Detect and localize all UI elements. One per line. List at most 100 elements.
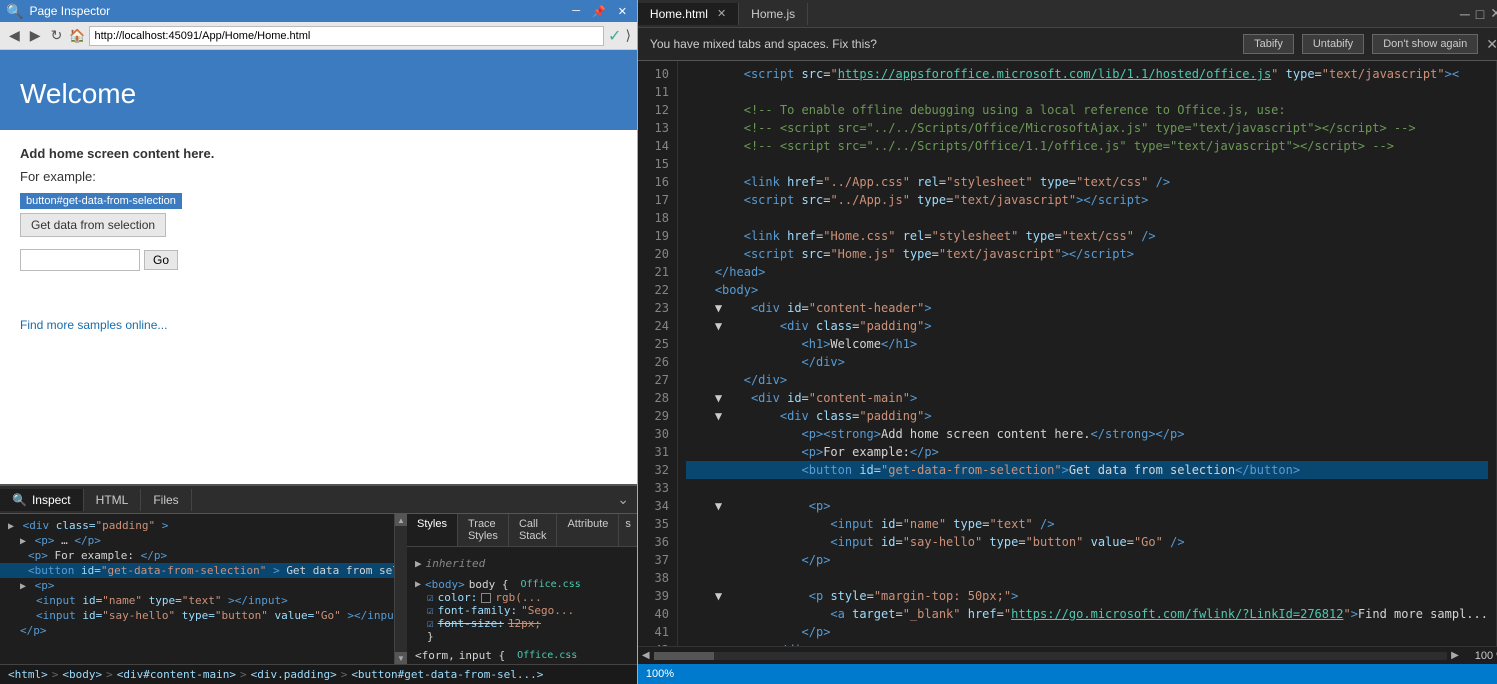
scroll-left-btn[interactable]: ◀ <box>642 650 650 661</box>
tree-line[interactable]: ▶ <p> <box>0 578 394 593</box>
fold-icon[interactable]: ▶ <box>20 581 26 592</box>
go-button[interactable]: Go <box>144 250 178 270</box>
tree-line[interactable]: ▶ <div class="padding" > <box>0 518 394 533</box>
code-line[interactable]: <!-- <script src="../../Scripts/Office/1… <box>686 137 1488 155</box>
code-line[interactable]: <a target="_blank" href="https://go.micr… <box>686 605 1488 623</box>
code-line[interactable]: </div> <box>686 641 1488 646</box>
close-panel-button[interactable]: ✕ <box>614 5 631 18</box>
breadcrumb-button[interactable]: <button#get-data-from-sel...> <box>351 668 543 681</box>
notification-close-button[interactable]: ✕ <box>1486 36 1497 53</box>
body-source[interactable]: Office.css <box>521 579 581 590</box>
editor-close-button[interactable]: ✕ <box>1490 5 1497 22</box>
attributes-tab[interactable]: Attribute <box>557 514 619 546</box>
code-line[interactable]: </p> <box>686 623 1488 641</box>
color-swatch <box>481 593 491 603</box>
url-input[interactable] <box>89 26 604 46</box>
editor-status-zoom: 100% <box>646 668 674 680</box>
styles-tab[interactable]: Styles <box>407 514 458 546</box>
code-line[interactable] <box>686 155 1488 173</box>
code-line[interactable] <box>686 209 1488 227</box>
code-line[interactable]: <p><strong>Add home screen content here.… <box>686 425 1488 443</box>
expand-inherited-icon[interactable]: ▶ <box>415 557 422 570</box>
breadcrumb-body[interactable]: <body> <box>62 668 102 681</box>
pin-button[interactable]: ─ <box>568 5 584 18</box>
code-line[interactable]: </div> <box>686 353 1488 371</box>
trace-styles-tab[interactable]: Trace Styles <box>458 514 509 546</box>
code-line[interactable]: <link href="Home.css" rel="stylesheet" t… <box>686 227 1488 245</box>
home-js-tab[interactable]: Home.js <box>739 3 808 25</box>
reload-button[interactable]: ↻ <box>48 27 66 44</box>
call-stack-tab[interactable]: Call Stack <box>509 514 558 546</box>
tree-line[interactable]: <input id="say-hello" type="button" valu… <box>0 608 394 623</box>
code-line[interactable]: <link href="../App.css" rel="stylesheet"… <box>686 173 1488 191</box>
line-number: 17 <box>638 191 669 209</box>
code-line[interactable]: ▼ <div id="content-header"> <box>686 299 1488 317</box>
scroll-down-btn[interactable]: ▼ <box>395 652 407 664</box>
fold-icon[interactable]: ▶ <box>20 536 26 547</box>
code-line[interactable]: <input id="say-hello" type="button" valu… <box>686 533 1488 551</box>
line-number: 25 <box>638 335 669 353</box>
back-button[interactable]: ◀ <box>6 27 23 44</box>
tree-line[interactable]: ▶ <p> … </p> <box>0 533 394 548</box>
home-html-close[interactable]: ✕ <box>717 7 726 20</box>
line-number: 13 <box>638 119 669 137</box>
code-line[interactable]: ▼ <p> <box>686 497 1488 515</box>
breadcrumb-padding[interactable]: <div.padding> <box>251 668 337 681</box>
code-content[interactable]: <script src="https://appsforoffice.micro… <box>678 61 1496 646</box>
find-samples-link[interactable]: Find more samples online... <box>20 318 617 332</box>
tree-line[interactable]: </p> <box>0 623 394 638</box>
code-line[interactable]: <button id="get-data-from-selection">Get… <box>686 461 1488 479</box>
unpin-button[interactable]: 📌 <box>588 5 610 18</box>
scroll-up-btn[interactable]: ▲ <box>395 514 407 526</box>
tree-line[interactable]: <input id="name" type="text" ></input> <box>0 593 394 608</box>
code-line[interactable]: ▼ <p style="margin-top: 50px;"> <box>686 587 1488 605</box>
editor-minimize-button[interactable]: ─ <box>1460 6 1470 22</box>
left-panel: 🔍 Page Inspector ─ 📌 ✕ ◀ ▶ ↻ 🏠 ✓ ⟩ <box>0 0 638 684</box>
untabify-button[interactable]: Untabify <box>1302 34 1364 54</box>
html-tab[interactable]: HTML <box>84 489 142 511</box>
code-line[interactable]: ▼ <div class="padding"> <box>686 317 1488 335</box>
files-tab[interactable]: Files <box>141 489 191 511</box>
dont-show-again-button[interactable]: Don't show again <box>1372 34 1478 54</box>
editor-restore-button[interactable]: □ <box>1476 6 1484 22</box>
code-line[interactable] <box>686 569 1488 587</box>
home-html-tab[interactable]: Home.html ✕ <box>638 3 739 25</box>
fold-icon[interactable]: ▶ <box>8 521 14 532</box>
code-line[interactable]: <script src="https://appsforoffice.micro… <box>686 65 1488 83</box>
scroll-right-btn[interactable]: ▶ <box>1451 650 1459 661</box>
code-line[interactable]: <!-- <script src="../../Scripts/Office/M… <box>686 119 1488 137</box>
code-line[interactable]: <p>For example:</p> <box>686 443 1488 461</box>
fold-body-icon[interactable]: ▶ <box>415 579 421 590</box>
breadcrumb-html[interactable]: <html> <box>8 668 48 681</box>
inspect-tab[interactable]: 🔍 Inspect <box>0 489 84 511</box>
name-input[interactable] <box>20 249 140 271</box>
h-scroll-thumb[interactable] <box>654 652 714 660</box>
forward-button[interactable]: ▶ <box>27 27 44 44</box>
code-line[interactable]: </div> <box>686 371 1488 389</box>
code-line[interactable]: </p> <box>686 551 1488 569</box>
tabify-button[interactable]: Tabify <box>1243 34 1294 54</box>
scroll-bar-row: ◀ ▶ 100 % <box>638 646 1497 664</box>
line-number: 14 <box>638 137 669 155</box>
code-line[interactable]: <!-- To enable offline debugging using a… <box>686 101 1488 119</box>
tree-line[interactable]: <p> For example: </p> <box>0 548 394 563</box>
code-line[interactable]: <script src="../App.js" type="text/javas… <box>686 191 1488 209</box>
code-line[interactable]: </head> <box>686 263 1488 281</box>
collapse-button[interactable]: ⌄ <box>609 487 637 512</box>
code-line[interactable] <box>686 83 1488 101</box>
code-line[interactable]: <body> <box>686 281 1488 299</box>
code-line[interactable] <box>686 479 1488 497</box>
breadcrumb-content-main[interactable]: <div#content-main> <box>117 668 236 681</box>
horizontal-scrollbar[interactable] <box>654 652 1447 660</box>
code-line[interactable]: ▼ <div id="content-main"> <box>686 389 1488 407</box>
code-line[interactable]: <script src="Home.js" type="text/javascr… <box>686 245 1488 263</box>
code-line[interactable]: <h1>Welcome</h1> <box>686 335 1488 353</box>
line-number: 27 <box>638 371 669 389</box>
form-source[interactable]: Office.css <box>517 650 577 661</box>
tree-scrollbar[interactable]: ▲ ▼ <box>395 514 407 664</box>
code-line[interactable]: ▼ <div class="padding"> <box>686 407 1488 425</box>
editor-tabs: Home.html ✕ Home.js ─ □ ✕ <box>638 0 1497 28</box>
code-line[interactable]: <input id="name" type="text" /> <box>686 515 1488 533</box>
tree-line-selected[interactable]: <button id="get-data-from-selection" > G… <box>0 563 394 578</box>
get-data-from-selection-button[interactable]: Get data from selection <box>20 213 166 237</box>
